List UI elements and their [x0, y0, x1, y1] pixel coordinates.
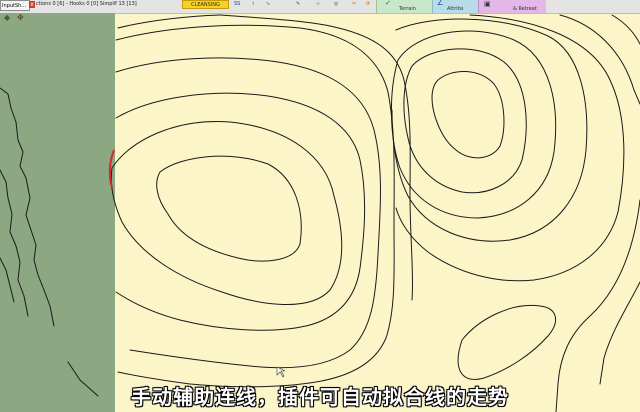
ss-tool-button[interactable]: SS — [234, 1, 240, 8]
angle-icon: ∠ — [437, 0, 444, 7]
contour-line — [115, 57, 381, 369]
contour-line — [0, 169, 29, 317]
view-tool-icon[interactable]: ◎ — [334, 1, 338, 8]
contour-map[interactable] — [0, 13, 640, 412]
attribs-label: Attribs — [447, 6, 464, 12]
status-counts: ctions 0 [6] - Hooks 0 [0] Simplif 13 [1… — [36, 1, 137, 7]
contour-line — [403, 48, 527, 194]
contour-line — [395, 14, 625, 282]
check-icon: ✓ — [385, 0, 391, 7]
contour-line — [457, 304, 556, 380]
close-icon[interactable]: x — [29, 1, 35, 8]
contour-line — [0, 87, 55, 327]
top-toolbar: InputSh... x ctions 0 [6] - Hooks 0 [0] … — [0, 0, 640, 14]
chart-tool-icon[interactable]: ∿ — [266, 1, 270, 8]
contour-line — [115, 24, 395, 388]
contour-line — [611, 14, 640, 45]
attribs-button[interactable]: ∠ Attribs — [432, 0, 478, 13]
graph-tool-icon[interactable]: ⌇ — [252, 1, 254, 8]
terrain-label: Terrain — [399, 6, 416, 12]
contour-line — [156, 155, 302, 262]
edit-tool-icon[interactable]: ✎ — [296, 1, 300, 8]
save-icon: ▣ — [484, 0, 491, 8]
contour-line — [219, 14, 414, 301]
contour-line — [390, 30, 557, 219]
cleansing-button[interactable]: CLEANSING — [182, 0, 229, 9]
video-subtitle: 手动辅助连线，插件可自动拟合线的走势 — [131, 385, 509, 409]
contour-line — [117, 14, 221, 29]
contour-line — [391, 18, 588, 242]
retreat-button[interactable]: ▣ & Retreat — [478, 0, 546, 13]
cut-tool-icon[interactable]: ✂ — [352, 1, 356, 8]
contour-line — [110, 121, 343, 306]
contour-line — [115, 92, 366, 331]
cursor-icon — [276, 366, 286, 378]
contour-line — [431, 70, 505, 159]
retreat-label: & Retreat — [513, 6, 537, 12]
node-tool-icon[interactable]: ⊹ — [316, 1, 320, 8]
terrain-button[interactable]: ✓ Terrain — [376, 0, 432, 13]
panel-tab[interactable]: InputSh... — [0, 0, 30, 11]
refresh-tool-icon[interactable]: ⟳ — [366, 1, 370, 8]
contour-line — [0, 257, 15, 303]
